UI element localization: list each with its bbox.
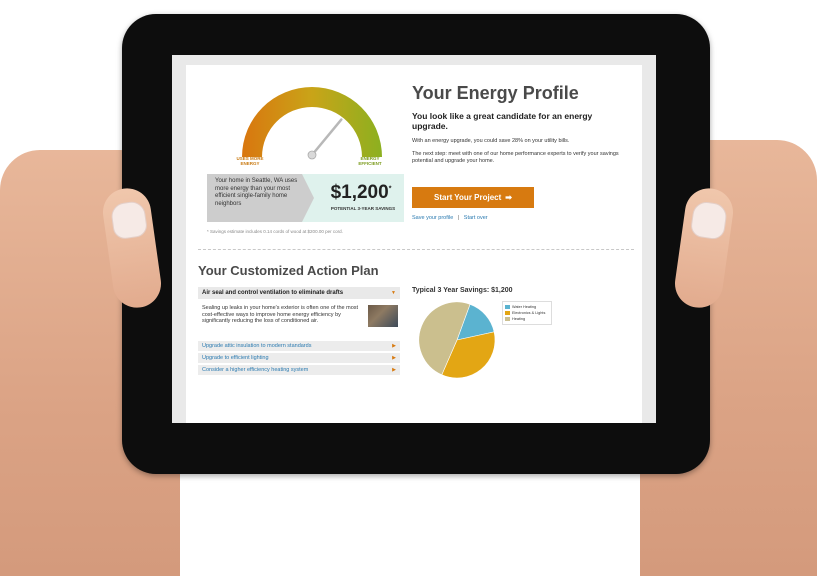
savings-pie-chart (418, 301, 496, 379)
plan-item-efficient-lighting[interactable]: Upgrade to efficient lighting ▶ (198, 353, 400, 363)
chevron-down-icon: ▼ (391, 290, 396, 296)
profile-subtitle: You look like a great candidate for an e… (412, 111, 593, 131)
savings-footnote: * Savings estimate includes 0.14 cords o… (207, 229, 343, 234)
chevron-right-icon: ▶ (392, 367, 396, 373)
plan-item-description: Sealing up leaks in your home's exterior… (202, 305, 359, 324)
web-page: USES MORE ENERGY ENERGY EFFICIENT Your h… (186, 65, 642, 423)
save-profile-link[interactable]: Save your profile (412, 215, 453, 221)
comparison-text: Your home in Seattle, WA uses more energ… (207, 174, 302, 222)
link-separator: | (457, 215, 460, 221)
gauge-arc (242, 87, 382, 157)
gauge-label-uses-more: USES MORE ENERGY (236, 156, 264, 166)
next-step-text: The next step: meet with one of our home… (412, 151, 619, 164)
plan-item-expanded[interactable]: Air seal and control ventilation to elim… (198, 287, 400, 299)
savings-label: POTENTIAL 3-YEAR SAVINGS (330, 206, 396, 211)
gauge-hub (307, 150, 317, 160)
start-project-button[interactable]: Start Your Project ➡ (412, 187, 534, 208)
plan-item-attic-insulation[interactable]: Upgrade attic insulation to modern stand… (198, 341, 400, 351)
action-plan-title: Your Customized Action Plan (198, 263, 379, 278)
comparison-arrow (302, 174, 314, 222)
chevron-right-icon: ▶ (392, 355, 396, 361)
savings-summary-text: With an energy upgrade, you could save 2… (412, 138, 570, 144)
savings-amount: $1,200* (330, 182, 392, 203)
gauge-needle (310, 118, 343, 157)
start-project-label: Start Your Project (434, 193, 502, 202)
plan-item-label: Consider a higher efficiency heating sys… (202, 367, 309, 373)
chart-legend: Water Heating Electronics & Lights Heati… (502, 301, 552, 325)
arrow-right-icon: ➡ (505, 193, 512, 202)
chart-title: Typical 3 Year Savings: $1,200 (412, 287, 513, 294)
insulation-photo (368, 305, 398, 327)
section-divider (198, 249, 634, 250)
gauge-label-efficient: ENERGY EFFICIENT (358, 156, 382, 166)
plan-item-label: Upgrade attic insulation to modern stand… (202, 343, 312, 349)
start-over-link[interactable]: Start over (464, 215, 488, 221)
tablet-screen: USES MORE ENERGY ENERGY EFFICIENT Your h… (172, 55, 656, 423)
profile-links: Save your profile | Start over (412, 215, 488, 221)
legend-item-heating: Heating (505, 316, 549, 322)
thumbnail (689, 200, 729, 241)
plan-item-heating-system[interactable]: Consider a higher efficiency heating sys… (198, 365, 400, 375)
plan-item-title: Air seal and control ventilation to elim… (202, 290, 344, 296)
savings-panel: $1,200* POTENTIAL 3-YEAR SAVINGS (302, 174, 404, 222)
page-title: Your Energy Profile (412, 83, 579, 103)
chevron-right-icon: ▶ (392, 343, 396, 349)
plan-item-label: Upgrade to efficient lighting (202, 355, 269, 361)
energy-gauge (242, 87, 382, 160)
thumbnail (109, 199, 149, 241)
